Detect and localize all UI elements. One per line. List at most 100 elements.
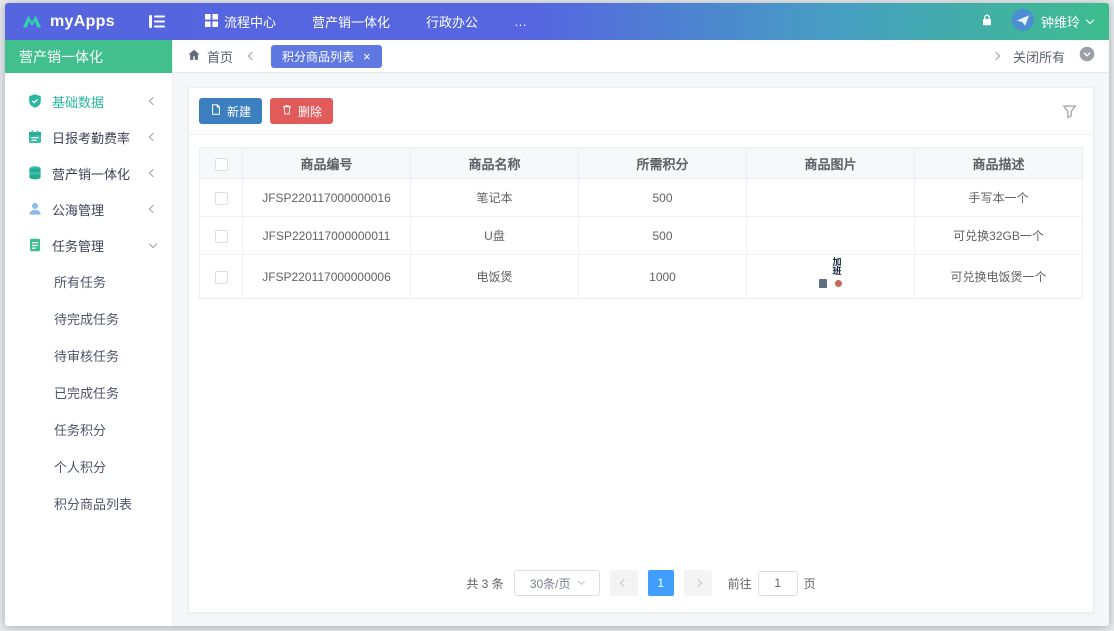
content-card: 新建 删除 [188,87,1094,613]
cell-description: 可兑换32GB一个 [915,217,1083,255]
delete-button[interactable]: 删除 [270,98,333,124]
sidebar-item-integration[interactable]: 营产销一体化 [5,155,172,191]
app-logo[interactable]: myApps [21,12,115,32]
tab-scroll-right[interactable] [993,53,999,59]
table-row[interactable]: JFSP220117000000016 笔记本 500 手写本一个 [200,179,1083,217]
chevron-down-icon [1086,16,1094,24]
header-points-required[interactable]: 所需积分 [579,148,747,179]
sidebar-subitem-all-tasks[interactable]: 所有任务 [5,263,172,300]
cell-points: 500 [579,217,747,255]
sidebar-menu: 基础数据 日报考勤费率 营产销一体化 [5,73,172,522]
next-page-button[interactable] [684,570,712,596]
table-empty-space [189,299,1093,560]
trash-icon [281,103,293,119]
prev-page-button[interactable] [610,570,638,596]
sidebar-title: 营产销一体化 [5,40,172,73]
nav-item-integration[interactable]: 营产销一体化 [312,12,390,31]
cell-product-code: JFSP220117000000016 [243,179,411,217]
home-tab[interactable]: 首页 [187,47,233,66]
table-row[interactable]: JFSP220117000000011 U盘 500 可兑换32GB一个 [200,217,1083,255]
goto-page: 前往 页 [728,571,816,596]
cell-points: 500 [579,179,747,217]
home-tab-label: 首页 [207,47,233,66]
ellipsis-icon: … [514,14,527,29]
goto-page-input[interactable] [758,571,798,596]
nav-item-label: 营产销一体化 [312,12,390,31]
lock-icon[interactable] [980,13,994,30]
nav-item-label: 行政办公 [426,12,478,31]
cell-product-name: 笔记本 [411,179,579,217]
header-product-code[interactable]: 商品编号 [243,148,411,179]
shield-icon [27,93,43,109]
sidebar-item-basic-data[interactable]: 基础数据 [5,83,172,119]
pagination: 共 3 条 30条/页 1 前往 页 [189,560,1093,612]
row-checkbox[interactable] [215,192,228,205]
sidebar-subitem-pending-tasks[interactable]: 待完成任务 [5,300,172,337]
close-all-button[interactable]: 关闭所有 [1013,47,1065,66]
header-product-description[interactable]: 商品描述 [915,148,1083,179]
goto-label: 前往 [728,575,752,592]
sidebar-item-label: 日报考勤费率 [52,128,130,147]
row-checkbox[interactable] [215,271,228,284]
chevron-left-icon [149,169,157,177]
logo-text: myApps [50,13,115,31]
sidebar-subitem-points-product-list[interactable]: 积分商品列表 [5,485,172,522]
app-body: 营产销一体化 基础数据 日报考勤费率 [5,40,1109,626]
avatar [1012,9,1034,34]
page-size-select[interactable]: 30条/页 [514,570,600,596]
chevron-left-icon [149,97,157,105]
table-row[interactable]: JFSP220117000000006 电饭煲 1000 加班 可兑换电饭煲一个 [200,255,1083,299]
sidebar-subitem-task-points[interactable]: 任务积分 [5,411,172,448]
collapse-menu-icon[interactable] [149,15,165,28]
sidebar-item-label: 公海管理 [52,200,104,219]
navbar-right: 钟维玲 [980,9,1093,34]
row-checkbox[interactable] [215,230,228,243]
calendar-icon [27,129,43,145]
sidebar-subitem-personal-points[interactable]: 个人积分 [5,448,172,485]
tabbar-right: 关闭所有 [977,46,1095,67]
new-button-label: 新建 [227,103,251,120]
products-table: 商品编号 商品名称 所需积分 商品图片 商品描述 JF [199,147,1083,299]
main-column: 首页 积分商品列表 × 关闭所有 [173,40,1109,626]
cell-product-code: JFSP220117000000011 [243,217,411,255]
header-product-name[interactable]: 商品名称 [411,148,579,179]
sidebar-subitem-completed-tasks[interactable]: 已完成任务 [5,374,172,411]
home-icon [187,48,201,65]
tab-close-icon[interactable]: × [363,50,371,63]
navbar-menu: 流程中心 营产销一体化 行政办公 … [205,12,527,31]
tab-bar: 首页 积分商品列表 × 关闭所有 [173,40,1109,73]
cell-product-image [747,179,915,217]
tab-scroll-left[interactable] [249,53,255,59]
tab-points-product-list[interactable]: 积分商品列表 × [271,45,382,68]
nav-item-more[interactable]: … [514,14,527,29]
close-all-circle-icon[interactable] [1079,46,1095,67]
chevron-left-icon [149,133,157,141]
grid-icon [205,14,218,30]
cell-description: 可兑换电饭煲一个 [915,255,1083,299]
sidebar-item-label: 基础数据 [52,92,104,111]
sidebar-item-public-sea[interactable]: 公海管理 [5,191,172,227]
username: 钟维玲 [1041,12,1080,31]
sidebar: 营产销一体化 基础数据 日报考勤费率 [5,40,173,626]
sidebar-item-label: 任务管理 [52,236,104,255]
select-all-checkbox[interactable] [215,158,228,171]
total-count-label: 共 3 条 [466,575,503,592]
sidebar-item-task-management[interactable]: 任务管理 [5,227,172,263]
cell-product-code: JFSP220117000000006 [243,255,411,299]
app-window: myApps 流程中心 营产销一体化 行政办公 … [5,3,1109,626]
delete-button-label: 删除 [298,103,322,120]
cell-product-name: U盘 [411,217,579,255]
cell-points: 1000 [579,255,747,299]
filter-icon[interactable] [1062,104,1077,119]
current-page-button[interactable]: 1 [648,570,674,596]
nav-item-label: 流程中心 [224,12,276,31]
sidebar-item-daily-attendance[interactable]: 日报考勤费率 [5,119,172,155]
user-menu[interactable]: 钟维玲 [1012,9,1093,34]
nav-item-admin-office[interactable]: 行政办公 [426,12,478,31]
new-button[interactable]: 新建 [199,98,262,124]
table-header-row: 商品编号 商品名称 所需积分 商品图片 商品描述 [200,148,1083,179]
header-product-image[interactable]: 商品图片 [747,148,915,179]
new-document-icon [210,103,222,119]
nav-item-process-center[interactable]: 流程中心 [205,12,276,31]
sidebar-subitem-review-tasks[interactable]: 待审核任务 [5,337,172,374]
